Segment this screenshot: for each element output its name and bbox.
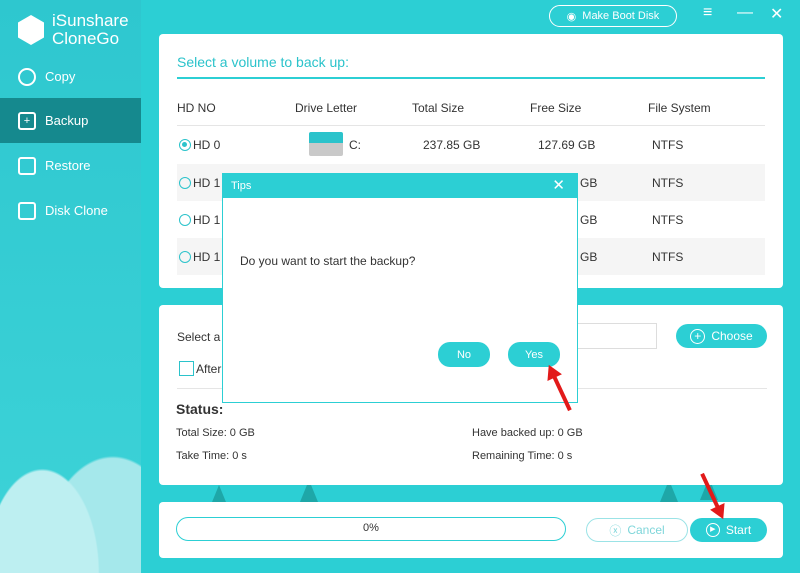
sidebar-item-label: Backup: [45, 113, 89, 128]
yes-label: Yes: [525, 348, 543, 361]
file-system: NTFS: [652, 249, 684, 264]
minimize-icon[interactable]: —: [737, 4, 753, 22]
checkbox-icon: [179, 361, 194, 376]
sidebar-item-restore[interactable]: Restore: [0, 143, 141, 188]
no-label: No: [456, 348, 472, 361]
col-drive-letter: Drive Letter: [295, 100, 358, 115]
start-button[interactable]: ▶ Start: [690, 518, 767, 542]
sync-icon: [18, 67, 36, 86]
remaining-time-status: Remaining Time: 0 s: [472, 450, 573, 462]
x-circle-icon: ⓧ: [609, 523, 622, 538]
col-free-size: Free Size: [530, 100, 582, 115]
logo: iSunshare CloneGo: [18, 12, 129, 48]
restore-icon: [18, 156, 36, 175]
dialog-title: Tips: [231, 180, 252, 192]
file-system: NTFS: [652, 137, 684, 152]
col-total-size: Total Size: [412, 100, 465, 115]
brand-name: iSunshare: [52, 11, 129, 30]
free-size: GB: [580, 175, 598, 190]
tips-dialog: Tips ✕ Do you want to start the backup? N…: [222, 173, 578, 403]
radio-selected-icon: [179, 138, 191, 151]
progress-bar: 0%: [176, 517, 566, 541]
total-size: 237.85 GB: [423, 137, 481, 152]
hd-radio[interactable]: HD 1: [179, 176, 220, 190]
take-time-status: Take Time: 0 s: [176, 450, 247, 462]
drive-letter: C:: [349, 137, 361, 152]
progress-panel: 0% ⓧ Cancel ▶ Start: [159, 502, 783, 558]
disc-icon: ◉: [566, 10, 577, 23]
total-size-status: Total Size: 0 GB: [176, 427, 255, 439]
brand-product: CloneGo: [52, 29, 120, 48]
table-header: HD NO Drive Letter Total Size Free Size …: [177, 89, 765, 126]
hd-label: HD 1: [193, 175, 221, 190]
windows-drive-icon: [309, 132, 343, 156]
dialog-close-icon[interactable]: ✕: [552, 174, 565, 198]
choose-button[interactable]: + Choose: [676, 324, 767, 348]
hd-label: HD 1: [193, 249, 221, 264]
plus-circle-icon: +: [690, 328, 706, 344]
cancel-label: Cancel: [627, 523, 665, 537]
after-label: After: [196, 361, 222, 376]
hd-label: HD 1: [193, 212, 221, 227]
file-system: NTFS: [652, 175, 684, 190]
progress-label: 0%: [363, 522, 379, 534]
volume-panel-title: Select a volume to back up:: [177, 54, 349, 70]
cloud-decoration: [0, 393, 141, 573]
close-icon[interactable]: ✕: [770, 4, 783, 24]
disk-icon: [18, 201, 36, 220]
logo-icon: [18, 15, 44, 45]
sidebar-item-label: Disk Clone: [45, 203, 108, 218]
start-label: Start: [725, 523, 752, 537]
play-circle-icon: ▶: [705, 523, 720, 537]
choose-label: Choose: [711, 329, 753, 343]
hd-radio[interactable]: HD 0: [179, 138, 220, 152]
sidebar-item-label: Copy: [45, 69, 76, 84]
sidebar-item-backup[interactable]: + Backup: [0, 98, 141, 143]
make-boot-disk-button[interactable]: ◉ Make Boot Disk: [549, 5, 677, 27]
hd-label: HD 0: [193, 137, 221, 152]
backup-icon: +: [18, 111, 36, 130]
file-system: NTFS: [652, 212, 684, 227]
free-size: GB: [580, 249, 598, 264]
target-label: Select a: [177, 330, 221, 344]
free-size: GB: [580, 212, 598, 227]
no-button[interactable]: No: [438, 342, 490, 367]
hd-radio[interactable]: HD 1: [179, 213, 220, 227]
sidebar-item-label: Restore: [45, 158, 91, 173]
hd-radio[interactable]: HD 1: [179, 250, 220, 264]
target-path-input[interactable]: [569, 323, 657, 349]
free-size: 127.69 GB: [538, 137, 596, 152]
menu-icon[interactable]: ≡: [703, 4, 712, 22]
after-checkbox[interactable]: After: [179, 361, 221, 376]
backed-up-status: Have backed up: 0 GB: [472, 427, 583, 439]
col-file-system: File System: [648, 100, 711, 115]
table-row[interactable]: HD 0 C: 237.85 GB 127.69 GB NTFS: [177, 126, 765, 163]
sidebar-item-disk-clone[interactable]: Disk Clone: [0, 188, 141, 233]
sidebar: iSunshare CloneGo Copy + Backup Restore Di…: [0, 0, 141, 573]
cancel-button[interactable]: ⓧ Cancel: [586, 518, 688, 542]
dialog-message: Do you want to start the backup?: [240, 254, 416, 268]
make-boot-disk-label: Make Boot Disk: [582, 10, 660, 22]
col-hd-no: HD NO: [177, 100, 216, 115]
status-title: Status:: [176, 401, 224, 417]
sidebar-item-copy[interactable]: Copy: [0, 54, 141, 99]
